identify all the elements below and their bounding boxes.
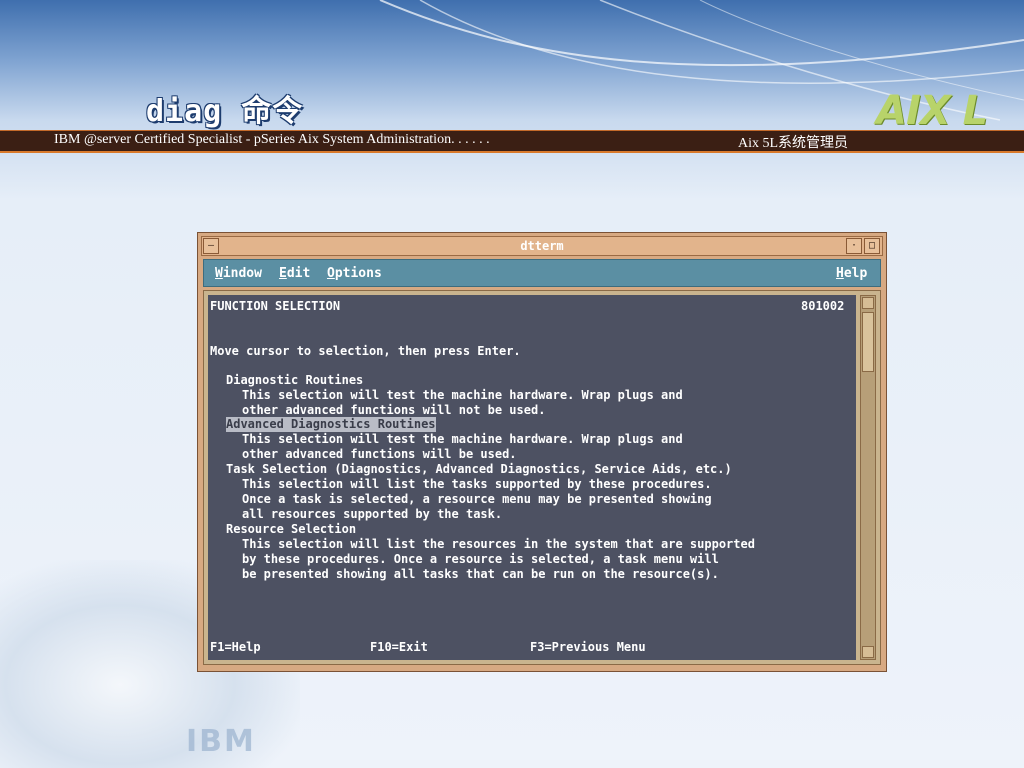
scroll-down-icon[interactable] xyxy=(862,646,874,658)
option-description: This selection will test the machine har… xyxy=(242,388,683,402)
key-f3-previous-menu[interactable]: F3=Previous Menu xyxy=(530,640,646,655)
option-task-selection[interactable]: Task Selection (Diagnostics, Advanced Di… xyxy=(226,462,732,477)
option-description: other advanced functions will not be use… xyxy=(242,403,546,417)
option-resource-selection[interactable]: Resource Selection xyxy=(226,522,356,537)
option-description: be presented showing all tasks that can … xyxy=(242,567,719,581)
banner-left-text: IBM @server Certified Specialist - pSeri… xyxy=(54,132,490,147)
menu-help[interactable]: Help xyxy=(836,266,867,281)
slide-title: diag 命令 xyxy=(146,94,304,129)
terminal-frame: FUNCTION SELECTION 801002 Move cursor to… xyxy=(203,290,881,665)
option-description: This selection will test the machine har… xyxy=(242,432,683,446)
function-selection-header: FUNCTION SELECTION xyxy=(210,299,341,313)
option-description: This selection will list the tasks suppo… xyxy=(242,477,712,491)
menu-options[interactable]: Options xyxy=(327,266,382,281)
terminal-screen[interactable]: FUNCTION SELECTION 801002 Move cursor to… xyxy=(208,295,856,660)
maximize-icon[interactable]: □ xyxy=(864,238,880,254)
menu-window[interactable]: Window xyxy=(215,266,262,281)
menubar: Window Edit Options Help xyxy=(203,259,881,287)
screen-id: 801002 xyxy=(801,299,845,313)
dtterm-window: — dtterm · □ Window Edit Options Help FU… xyxy=(197,232,887,672)
aix-logo: AIX L xyxy=(876,88,988,134)
vertical-scrollbar[interactable] xyxy=(860,295,876,660)
instruction-text: Move cursor to selection, then press Ent… xyxy=(210,344,521,358)
ibm-watermark: IBM xyxy=(186,724,256,759)
option-description: other advanced functions will be used. xyxy=(242,447,517,461)
key-f10-exit[interactable]: F10=Exit xyxy=(370,640,428,655)
slide-banner: IBM @server Certified Specialist - pSeri… xyxy=(0,130,1024,153)
option-description: This selection will list the resources i… xyxy=(242,537,755,551)
option-advanced-diagnostics-routines[interactable]: Advanced Diagnostics Routines xyxy=(226,417,436,432)
option-diagnostic-routines[interactable]: Diagnostic Routines xyxy=(226,373,363,388)
scroll-up-icon[interactable] xyxy=(862,297,874,309)
window-titlebar[interactable]: — dtterm · □ xyxy=(201,236,883,256)
key-f1-help[interactable]: F1=Help xyxy=(210,640,261,655)
window-title: dtterm xyxy=(520,239,564,253)
option-description: all resources supported by the task. xyxy=(242,507,503,521)
option-description: Once a task is selected, a resource menu… xyxy=(242,492,712,506)
minimize-icon[interactable]: · xyxy=(846,238,862,254)
banner-right-text: Aix 5L系统管理员 xyxy=(738,136,849,151)
option-description: by these procedures. Once a resource is … xyxy=(242,552,719,566)
scroll-thumb[interactable] xyxy=(862,312,874,372)
menu-edit[interactable]: Edit xyxy=(279,266,310,281)
